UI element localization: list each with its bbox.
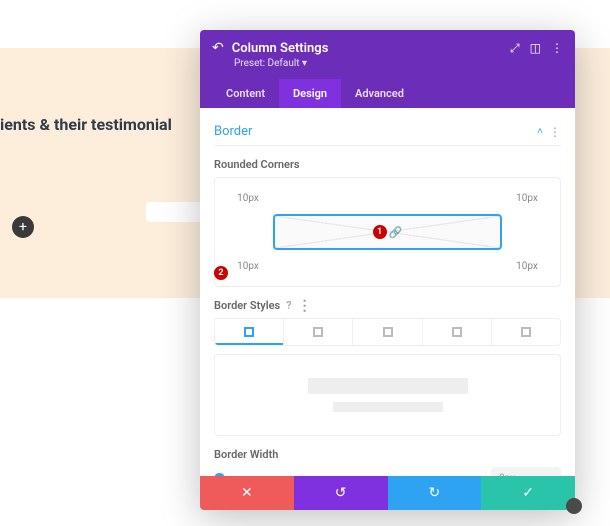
resize-handle[interactable] — [566, 498, 582, 514]
slider-thumb[interactable] — [214, 473, 225, 477]
annotation-2: 2 — [214, 266, 228, 280]
save-button[interactable]: ✓ — [481, 476, 575, 510]
style-left[interactable] — [492, 319, 560, 345]
undo-button[interactable]: ↺ — [294, 476, 388, 510]
snap-icon[interactable]: ◫ — [530, 41, 541, 56]
tab-advanced[interactable]: Advanced — [341, 79, 418, 108]
preset-dropdown[interactable]: Preset: Default ▾ — [234, 58, 563, 69]
border-width-value[interactable]: 0px — [491, 467, 561, 476]
styles-options-icon[interactable]: ⋮ — [298, 302, 312, 310]
modal-title: Column Settings — [232, 41, 329, 56]
rounded-corners-label: Rounded Corners — [214, 158, 561, 171]
more-icon[interactable]: ⋮ — [551, 41, 563, 56]
tab-design[interactable]: Design — [279, 79, 341, 108]
border-styles-label: Border Styles ? ⋮ — [214, 299, 561, 312]
tab-content[interactable]: Content — [212, 79, 279, 108]
style-top[interactable] — [284, 319, 353, 345]
corner-tl[interactable]: 10px — [229, 193, 267, 204]
add-section-button[interactable]: + — [12, 216, 34, 238]
section-options-icon[interactable]: ⋮ — [549, 125, 561, 139]
redo-button[interactable]: ↻ — [388, 476, 482, 510]
border-styles-selector[interactable] — [214, 318, 561, 346]
chevron-up-icon: ˄ — [537, 126, 543, 137]
link-icon[interactable]: 🔗 — [389, 226, 403, 239]
modal-body: Border ˄ ⋮ Rounded Corners 10px 10px 1 🔗… — [200, 108, 575, 476]
corner-br[interactable]: 10px — [508, 261, 546, 272]
style-all[interactable] — [215, 319, 284, 345]
corners-link-box[interactable]: 1 🔗 — [273, 214, 502, 250]
background-heading: ients & their testimonial — [0, 115, 172, 134]
help-icon[interactable]: ? — [286, 299, 291, 312]
rounded-corners-control[interactable]: 10px 10px 1 🔗 10px 10px 2 — [214, 177, 561, 287]
expand-icon[interactable]: ⤢ — [510, 41, 520, 56]
style-right[interactable] — [353, 319, 422, 345]
back-icon[interactable]: ↶ — [212, 40, 224, 56]
border-width-label: Border Width — [214, 448, 561, 461]
modal-footer: ✕ ↺ ↻ ✓ — [200, 476, 575, 510]
modal-header: ↶ Column Settings ⤢ ◫ ⋮ Preset: Default … — [200, 30, 575, 108]
corner-tr[interactable]: 10px — [508, 193, 546, 204]
annotation-1: 1 — [373, 225, 387, 239]
style-bottom[interactable] — [423, 319, 492, 345]
column-settings-modal: ↶ Column Settings ⤢ ◫ ⋮ Preset: Default … — [200, 30, 575, 510]
section-border-toggle[interactable]: Border ˄ ⋮ — [214, 118, 561, 146]
cancel-button[interactable]: ✕ — [200, 476, 294, 510]
border-preview — [214, 354, 561, 436]
corner-bl[interactable]: 10px — [229, 261, 267, 272]
